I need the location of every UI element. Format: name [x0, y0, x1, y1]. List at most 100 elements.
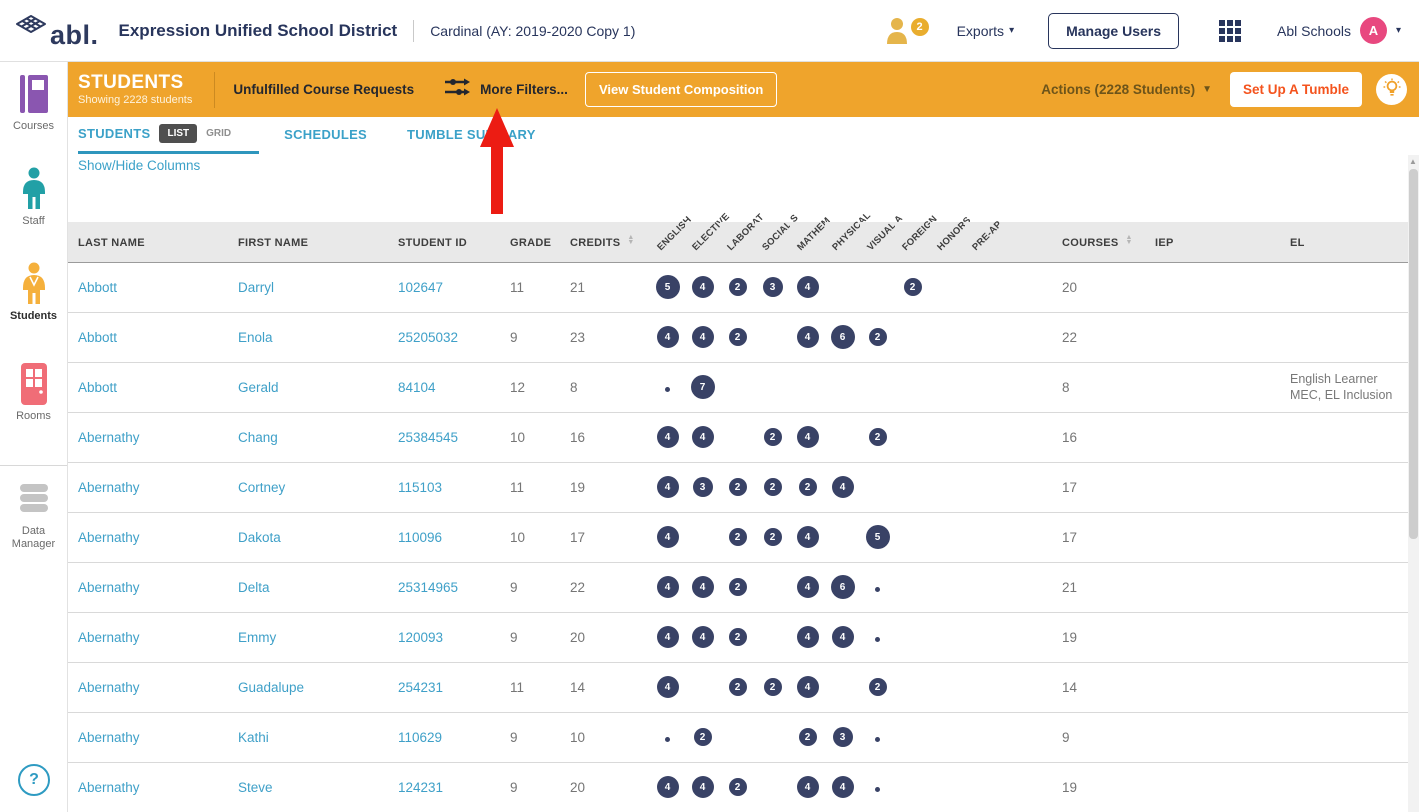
courses-cell: 17 [1055, 462, 1150, 512]
student-id-link[interactable]: 115103 [388, 462, 500, 512]
sidebar-item-courses[interactable]: Courses [0, 72, 67, 133]
last-name-link[interactable]: Abernathy [68, 762, 228, 812]
last-name-link[interactable]: Abernathy [68, 562, 228, 612]
column-header-iep[interactable]: IEP [1150, 222, 1285, 262]
student-id-link[interactable]: 254231 [388, 662, 500, 712]
abl-logo[interactable]: abl. [14, 12, 99, 50]
show-hide-columns-link[interactable]: Show/Hide Columns [78, 158, 200, 173]
scroll-up-arrow-icon[interactable]: ▲ [1409, 157, 1417, 166]
column-header-student-id[interactable]: STUDENT ID [388, 222, 500, 262]
course-count-badge: 4 [832, 626, 854, 648]
grid-view-toggle[interactable]: GRID [206, 128, 231, 139]
el-cell [1285, 462, 1408, 512]
first-name-link[interactable]: Delta [228, 562, 388, 612]
el-cell [1285, 512, 1408, 562]
student-id-link[interactable]: 110096 [388, 512, 500, 562]
student-id-link[interactable]: 110629 [388, 712, 500, 762]
sidebar-item-students[interactable]: Students [0, 262, 67, 323]
list-view-toggle[interactable]: LIST [159, 124, 197, 143]
unfulfilled-course-requests-link[interactable]: Unfulfilled Course Requests [233, 82, 414, 97]
last-name-link[interactable]: Abernathy [68, 662, 228, 712]
student-id-link[interactable]: 84104 [388, 362, 500, 412]
column-header-last-name[interactable]: LAST NAME [68, 222, 228, 262]
last-name-link[interactable]: Abernathy [68, 712, 228, 762]
app-grid-icon[interactable] [1219, 20, 1241, 42]
subject-count-cell-laborat [720, 412, 755, 462]
first-name-link[interactable]: Gerald [228, 362, 388, 412]
subject-count-cell-physical [825, 362, 860, 412]
course-count-badge: 4 [657, 776, 679, 798]
last-name-link[interactable]: Abbott [68, 262, 228, 312]
small-count-dot [665, 387, 670, 392]
credits-cell: 14 [560, 662, 650, 712]
sidebar-item-data-manager[interactable]: Data Manager [0, 477, 67, 551]
subject-count-cell-social-s [755, 612, 790, 662]
student-id-link[interactable]: 25384545 [388, 412, 500, 462]
actions-dropdown[interactable]: Actions (2228 Students) ▼ [1041, 82, 1212, 97]
first-name-link[interactable]: Kathi [228, 712, 388, 762]
student-id-link[interactable]: 102647 [388, 262, 500, 312]
student-id-link[interactable]: 120093 [388, 612, 500, 662]
subject-count-cell-pre-ap [965, 662, 1000, 712]
first-name-link[interactable]: Enola [228, 312, 388, 362]
el-cell [1285, 662, 1408, 712]
subject-count-cell-elective: 4 [685, 412, 720, 462]
sort-arrows-icon[interactable]: ▲▼ [627, 235, 634, 245]
last-name-link[interactable]: Abernathy [68, 612, 228, 662]
course-count-badge: 3 [833, 727, 853, 747]
iep-cell [1150, 712, 1285, 762]
column-header-el[interactable]: EL [1285, 222, 1408, 262]
first-name-link[interactable]: Emmy [228, 612, 388, 662]
subject-count-cell-honors [930, 712, 965, 762]
course-count-badge: 6 [831, 325, 855, 349]
column-header-first-name[interactable]: FIRST NAME [228, 222, 388, 262]
view-student-composition-button[interactable]: View Student Composition [585, 72, 777, 107]
student-id-link[interactable]: 124231 [388, 762, 500, 812]
left-sidebar: Courses Staff Students [0, 62, 68, 812]
subject-count-cell-laborat: 2 [720, 462, 755, 512]
first-name-link[interactable]: Dakota [228, 512, 388, 562]
subject-count-cell-laborat: 2 [720, 512, 755, 562]
credits-cell: 17 [560, 512, 650, 562]
first-name-link[interactable]: Steve [228, 762, 388, 812]
last-name-link[interactable]: Abernathy [68, 462, 228, 512]
student-id-link[interactable]: 25205032 [388, 312, 500, 362]
subject-count-cell-english [650, 362, 685, 412]
small-count-dot [875, 737, 880, 742]
last-name-link[interactable]: Abbott [68, 312, 228, 362]
vertical-scrollbar[interactable]: ▲ [1408, 155, 1419, 812]
page-title: STUDENTS [78, 72, 192, 93]
sidebar-item-rooms[interactable]: Rooms [0, 362, 67, 423]
sidebar-item-staff[interactable]: Staff [0, 167, 67, 228]
last-name-link[interactable]: Abernathy [68, 412, 228, 462]
active-users-indicator[interactable]: 2 [885, 16, 929, 46]
account-menu[interactable]: Abl Schools A ▾ [1277, 17, 1401, 44]
column-header-grade[interactable]: GRADE [500, 222, 560, 262]
sort-arrows-icon[interactable]: ▲▼ [1126, 235, 1133, 245]
subject-count-cell-mathem: 2 [790, 712, 825, 762]
first-name-link[interactable]: Guadalupe [228, 662, 388, 712]
subject-column-header-laborat: LABORAT [720, 222, 755, 262]
help-button[interactable]: ? [18, 764, 50, 796]
last-name-link[interactable]: Abbott [68, 362, 228, 412]
iep-cell [1150, 562, 1285, 612]
scrollbar-thumb[interactable] [1409, 169, 1418, 539]
last-name-link[interactable]: Abernathy [68, 512, 228, 562]
student-id-link[interactable]: 25314965 [388, 562, 500, 612]
first-name-link[interactable]: Cortney [228, 462, 388, 512]
first-name-link[interactable]: Chang [228, 412, 388, 462]
lightbulb-icon [1383, 78, 1401, 101]
first-name-link[interactable]: Darryl [228, 262, 388, 312]
exports-dropdown[interactable]: Exports ▾ [957, 23, 1015, 39]
set-up-tumble-button[interactable]: Set Up A Tumble [1230, 72, 1362, 107]
tab-schedules[interactable]: SCHEDULES [284, 127, 367, 142]
subject-column-header-pre-ap: PRE-AP [965, 222, 1000, 262]
column-header-credits[interactable]: CREDITS▲▼ [560, 222, 650, 262]
help-lightbulb-button[interactable] [1376, 74, 1407, 105]
more-filters-button[interactable]: More Filters... [444, 77, 568, 102]
tab-tumble-summary[interactable]: TUMBLE SUMMARY [407, 127, 536, 142]
column-header-courses[interactable]: COURSES▲▼ [1055, 222, 1150, 262]
small-count-dot [875, 787, 880, 792]
manage-users-button[interactable]: Manage Users [1048, 13, 1179, 49]
tab-students[interactable]: STUDENTS LIST GRID [78, 116, 259, 154]
